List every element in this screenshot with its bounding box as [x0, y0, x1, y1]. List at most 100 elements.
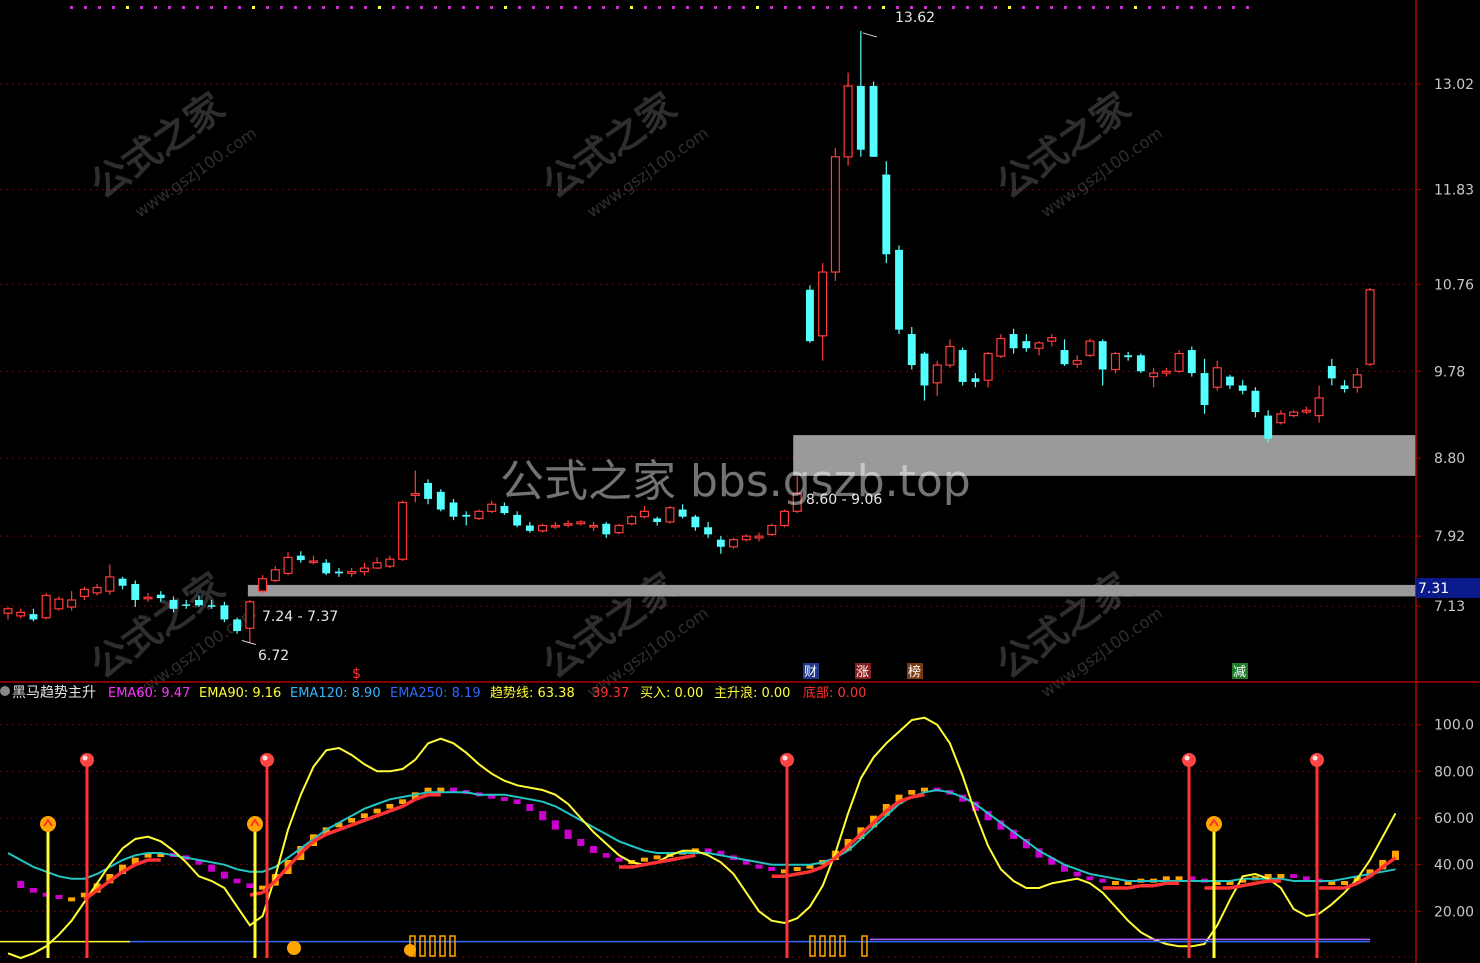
indicator-bar [640, 857, 648, 862]
candle-body-up [245, 601, 255, 629]
candle-body-up [627, 516, 637, 525]
candle-body-down [1009, 334, 1018, 349]
candle-body-up [1276, 413, 1286, 424]
legend-ema120: EMA120: 8.90 [290, 686, 381, 701]
candle-body-down [1264, 415, 1273, 439]
zone-lower-label: 7.24 - 7.37 [262, 609, 338, 625]
top-dot [574, 6, 577, 9]
candle-body-up [767, 524, 777, 535]
indicator-bar [373, 808, 381, 814]
candle-body-down [1226, 376, 1234, 386]
candle-body-up [830, 156, 840, 273]
top-dot [686, 6, 689, 9]
event-marker-jian[interactable]: 减 [1233, 665, 1246, 680]
price-tick-label: 8.80 [1434, 451, 1465, 467]
candle-body-down [805, 289, 814, 342]
top-dot [322, 6, 325, 9]
top-dot [1078, 6, 1081, 9]
top-dot [434, 6, 437, 9]
indicator-bar [1162, 876, 1170, 881]
top-dot [182, 6, 185, 9]
top-dot [462, 6, 465, 9]
top-dot [910, 6, 913, 9]
candle-body-down [233, 619, 242, 631]
indicator-bar [68, 897, 76, 902]
event-marker-cai[interactable]: 财 [804, 665, 817, 680]
top-dot [868, 6, 871, 9]
candle-body-up [487, 503, 497, 512]
indicator-bar [500, 797, 508, 801]
indicator-bar [577, 839, 585, 846]
event-marker-bang[interactable]: 榜 [908, 664, 921, 680]
top-dot [98, 6, 101, 9]
top-dot [70, 6, 73, 9]
candle-body-up [1085, 340, 1095, 356]
top-dot [1106, 6, 1109, 9]
legend-main-wave: 主升浪: 0.00 [714, 686, 790, 701]
top-dot [224, 6, 227, 9]
top-dot [1246, 6, 1249, 9]
candle-body-down [882, 174, 891, 255]
candle-body-up [308, 560, 319, 564]
top-dot [826, 6, 829, 9]
price-tick-label: 13.02 [1434, 77, 1474, 93]
indicator-bar [564, 829, 572, 839]
top-dot [280, 6, 283, 9]
candle-body-down [296, 555, 305, 561]
candle-body-up [143, 596, 153, 600]
indicator-bar [602, 853, 610, 858]
candle-body-up [67, 599, 77, 608]
candle-body-up [1301, 409, 1311, 413]
indicator-settings-icon[interactable] [0, 686, 10, 696]
candle-body-down [869, 85, 878, 157]
top-dot [1036, 6, 1039, 9]
price-tick-label: 11.83 [1434, 183, 1474, 199]
top-dot [966, 6, 969, 9]
top-dot [1064, 6, 1067, 9]
top-dot [952, 6, 955, 9]
top-dot [644, 6, 647, 9]
indicator-bar [1302, 876, 1310, 881]
candle-body-up [779, 510, 790, 527]
red-signal-ball [80, 753, 94, 767]
low-price-label: 6.72 [258, 648, 289, 664]
candle-body-up [1110, 352, 1120, 371]
candle-body-up [1365, 289, 1375, 365]
candle-body-down [29, 614, 38, 620]
top-dot [798, 6, 801, 9]
top-dot [84, 6, 87, 9]
candle-body-up [945, 345, 955, 366]
indicator-bar [1086, 876, 1094, 881]
candle-body-down [131, 584, 140, 600]
red-signal-shine [1312, 755, 1318, 761]
indicator-bar [29, 888, 37, 893]
price-tick-label: 10.76 [1434, 277, 1474, 293]
candle-body-up [1289, 411, 1299, 417]
top-dot [364, 6, 367, 9]
top-dot [714, 6, 717, 9]
indicator-bar [755, 864, 763, 869]
candle-body-down [1200, 373, 1209, 405]
top-dot [406, 6, 409, 9]
candle-body-down [920, 353, 929, 386]
candle-body-up [1174, 352, 1184, 372]
top-dot [420, 6, 423, 9]
candle-body-up [1149, 372, 1159, 378]
candle-body-up [1352, 374, 1362, 388]
candle-body-down [1136, 355, 1145, 372]
candle-body-up [996, 337, 1006, 357]
top-dot [672, 6, 675, 9]
top-dot [1232, 6, 1235, 9]
indicator-bar [246, 883, 254, 888]
top-dot [476, 6, 479, 9]
top-dot [602, 6, 605, 9]
legend-bottom: 底部: 0.00 [803, 685, 866, 701]
candle-body-up [729, 539, 739, 548]
candle-body-up [270, 569, 280, 582]
indicator-bar [233, 878, 241, 884]
center-watermark: 公式之家 bbs.gszb.top [500, 456, 971, 507]
candle-body-down [895, 249, 903, 330]
red-signal-shine [82, 755, 88, 761]
event-marker-zhang[interactable]: 涨 [856, 665, 869, 680]
top-dot [196, 6, 199, 9]
